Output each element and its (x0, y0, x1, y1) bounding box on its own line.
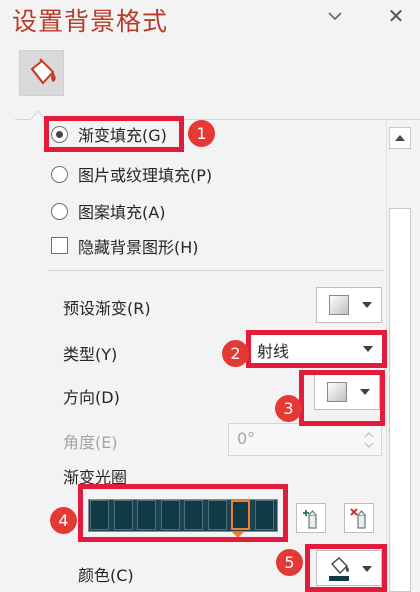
section-divider (48, 270, 384, 271)
highlight-gradient-fill (44, 116, 184, 152)
annotation-badge-3: 3 (275, 395, 302, 422)
preset-gradients-dropdown[interactable] (316, 287, 382, 323)
scroll-up-button[interactable] (389, 127, 411, 149)
picture-texture-fill-radio[interactable] (51, 166, 68, 183)
highlight-color-picker (305, 544, 387, 592)
pane-title: 设置背景格式 (12, 7, 169, 36)
color-label: 颜色(C) (78, 566, 134, 585)
highlight-gradient-stops (78, 484, 288, 542)
type-label: 类型(Y) (63, 345, 118, 364)
highlight-direction-dropdown (299, 370, 385, 426)
angle-value: 0° (237, 429, 256, 448)
paint-bucket-icon (30, 58, 56, 85)
pattern-fill-radio[interactable] (51, 203, 68, 220)
scroll-thumb[interactable] (389, 208, 411, 592)
spinner-arrows-icon (364, 432, 374, 448)
annotation-badge-4: 4 (50, 507, 77, 534)
annotation-badge-5: 5 (276, 549, 303, 576)
picture-texture-fill-label[interactable]: 图片或纹理填充(P) (78, 162, 212, 186)
preset-gradients-label: 预设渐变(R) (63, 299, 151, 318)
chevron-down-icon (362, 302, 372, 308)
angle-label: 角度(E) (63, 433, 118, 452)
direction-label: 方向(D) (63, 388, 120, 407)
pane-options-chevron-icon[interactable] (326, 10, 344, 22)
angle-spinner: 0° (228, 423, 382, 456)
add-gradient-stop-icon (303, 510, 317, 529)
remove-gradient-stop-icon (350, 508, 366, 529)
fill-tab[interactable] (19, 50, 64, 96)
add-gradient-stop-button[interactable] (296, 503, 326, 533)
hide-background-graphics-label[interactable]: 隐藏背景图形(H) (78, 234, 199, 258)
remove-gradient-stop-button[interactable] (344, 503, 374, 533)
highlight-type-dropdown (246, 330, 387, 368)
annotation-badge-2: 2 (222, 340, 249, 367)
annotation-badge-1: 1 (188, 120, 215, 147)
pattern-fill-label[interactable]: 图案填充(A) (78, 199, 165, 223)
gradient-swatch-icon (329, 295, 349, 315)
close-icon[interactable]: ✕ (384, 4, 408, 28)
hide-background-graphics-checkbox[interactable] (51, 237, 68, 254)
